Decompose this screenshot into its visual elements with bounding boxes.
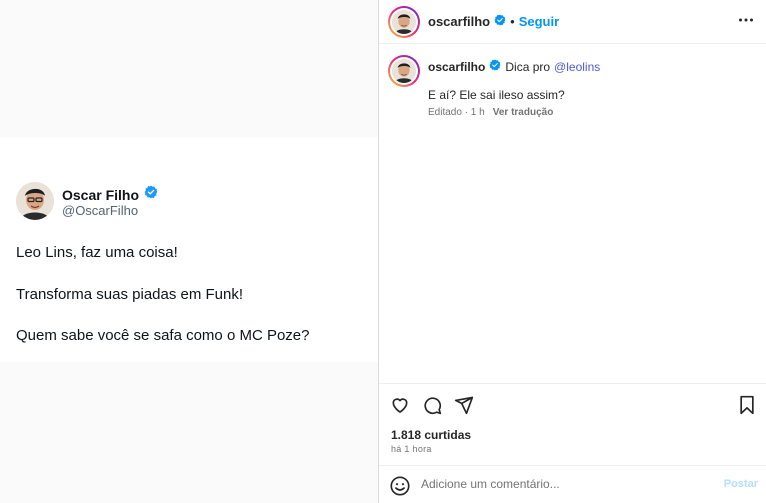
author-username[interactable]: oscarfilho: [428, 14, 490, 29]
heart-icon[interactable]: [389, 394, 411, 416]
media-padding-bottom: [0, 362, 378, 503]
post-media[interactable]: Oscar Filho @OscarFilho Leo Lins, faz um…: [0, 0, 378, 503]
tweet-author-row: Oscar Filho: [62, 185, 158, 204]
more-options-icon[interactable]: [738, 12, 754, 33]
tweet-text-line: Quem sabe você se safa como o MC Poze?: [16, 327, 310, 344]
tweet-author-name: Oscar Filho: [62, 186, 140, 203]
verified-badge-icon: [144, 185, 158, 204]
share-icon[interactable]: [453, 394, 475, 416]
bookmark-icon[interactable]: [736, 394, 758, 416]
tweet-card: Oscar Filho @OscarFilho Leo Lins, faz um…: [0, 137, 378, 362]
post-header: oscarfilho • Seguir: [379, 0, 766, 44]
tweet-author-handle: @OscarFilho: [62, 203, 139, 218]
comment-divider: [379, 465, 766, 466]
comment-input[interactable]: [421, 477, 711, 491]
actions-divider: [379, 383, 766, 384]
action-bar: [389, 394, 475, 416]
translate-link[interactable]: Ver tradução: [493, 107, 554, 118]
caption-username[interactable]: oscarfilho: [428, 60, 485, 74]
post-header-row: oscarfilho • Seguir: [428, 14, 559, 29]
caption-text: E aí? Ele sai ileso assim?: [428, 88, 565, 102]
mention-link[interactable]: @leolins: [554, 60, 600, 74]
tweet-avatar: [16, 182, 54, 220]
edited-label: Editado · 1 h: [428, 107, 485, 118]
author-avatar[interactable]: [388, 6, 420, 38]
separator-dot: •: [510, 14, 515, 29]
media-padding-top: [0, 0, 378, 137]
post-side-panel: oscarfilho • Seguir oscarfilho Dica pro …: [379, 0, 766, 503]
caption-meta: Editado · 1 h Ver tradução: [428, 107, 553, 118]
post-timestamp: há 1 hora: [391, 444, 432, 454]
comment-icon[interactable]: [421, 394, 443, 416]
follow-button[interactable]: Seguir: [519, 14, 559, 29]
verified-badge-icon: [489, 59, 501, 74]
caption-avatar[interactable]: [388, 55, 420, 87]
verified-badge-icon: [494, 14, 506, 29]
caption-prefix: Dica pro: [505, 59, 551, 74]
emoji-icon[interactable]: [389, 475, 411, 502]
tweet-text-line: Leo Lins, faz uma coisa!: [16, 244, 178, 261]
tweet-text-line: Transforma suas piadas em Funk!: [16, 286, 244, 303]
post-comment-button[interactable]: Postar: [724, 478, 758, 490]
caption-row: oscarfilho Dica pro @leolins: [428, 59, 600, 74]
likes-count[interactable]: 1.818 curtidas: [391, 428, 471, 442]
